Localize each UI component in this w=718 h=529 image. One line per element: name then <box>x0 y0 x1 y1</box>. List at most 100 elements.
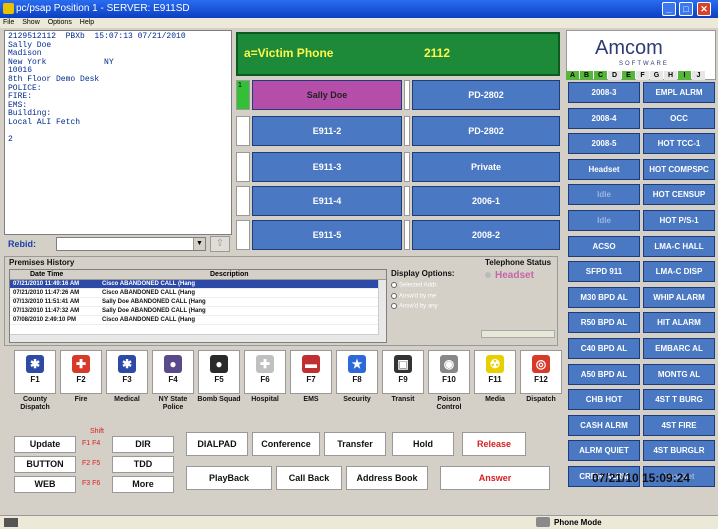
table-row[interactable]: 07/13/2010 11:51:41 AM Sally Doe ABANDONE… <box>10 298 386 307</box>
speed-dial-button[interactable]: 2008-5 <box>568 133 640 154</box>
trunk-button[interactable]: 2008-2 <box>412 220 560 250</box>
speed-dial-button[interactable]: EMBARC AL <box>643 338 715 359</box>
alpha-tab[interactable]: A <box>566 71 579 80</box>
emergency-button-f4[interactable]: ● F4 <box>152 350 194 394</box>
speed-dial-button[interactable]: EMPL ALRM <box>643 82 715 103</box>
menu-file[interactable]: File <box>3 19 14 26</box>
speed-dial-button[interactable]: HOT P/S-1 <box>643 210 715 231</box>
speed-dial-button[interactable]: OCC <box>643 108 715 129</box>
speed-dial-button[interactable]: HOT COMPSPC <box>643 159 715 180</box>
transfer-button[interactable]: Transfer <box>324 432 386 456</box>
table-row[interactable]: 07/21/2010 11:47:26 AM Cisco ABANDONED CA… <box>10 289 386 298</box>
line-button[interactable]: E911-5 <box>252 220 402 250</box>
speed-dial-button[interactable]: Headset <box>568 159 640 180</box>
line-button[interactable]: Sally Doe <box>252 80 402 110</box>
speed-dial-button[interactable]: MONTG AL <box>643 364 715 385</box>
speed-dial-button[interactable]: C40 BPD AL <box>568 338 640 359</box>
speed-dial-button[interactable]: CASH ALRM <box>568 415 640 436</box>
minimize-button[interactable]: _ <box>662 2 676 16</box>
speed-dial-button[interactable]: HOT TCC-1 <box>643 133 715 154</box>
line-button[interactable]: E911-3 <box>252 152 402 182</box>
emergency-button-f2[interactable]: ✚ F2 <box>60 350 102 394</box>
rebid-up-button[interactable]: ⇧ <box>210 236 230 252</box>
col-description[interactable]: Description <box>210 271 249 278</box>
line-button[interactable]: E911-2 <box>252 116 402 146</box>
trunk-button[interactable]: PD-2802 <box>412 116 560 146</box>
radio-icon[interactable] <box>391 303 397 310</box>
emergency-button-f11[interactable]: ☢ F11 <box>474 350 516 394</box>
menu-options[interactable]: Options <box>48 19 72 26</box>
alpha-tab[interactable]: F <box>636 71 649 80</box>
alpha-tab[interactable]: J <box>692 71 705 80</box>
speed-dial-button[interactable]: ALRM QUIET <box>568 440 640 461</box>
alpha-tab[interactable]: I <box>678 71 691 80</box>
update-button[interactable]: Update <box>14 436 76 453</box>
option-selected-addr[interactable]: Selected Addr. <box>391 282 475 289</box>
vertical-scrollbar[interactable] <box>378 280 386 342</box>
speed-dial-button[interactable]: R50 BPD AL <box>568 312 640 333</box>
close-button[interactable]: ✕ <box>697 2 711 16</box>
trunk-button[interactable]: Private <box>412 152 560 182</box>
emergency-button-f5[interactable]: ● F5 <box>198 350 240 394</box>
menu-show[interactable]: Show <box>22 19 40 26</box>
speed-dial-button[interactable]: A50 BPD AL <box>568 364 640 385</box>
speed-dial-button[interactable]: Idle <box>568 210 640 231</box>
tdd-button[interactable]: TDD <box>112 456 174 473</box>
table-row[interactable]: 07/13/2010 11:47:32 AM Sally Doe ABANDONE… <box>10 307 386 316</box>
hold-button[interactable]: Hold <box>392 432 454 456</box>
trunk-button[interactable]: 2006-1 <box>412 186 560 216</box>
speed-dial-button[interactable]: Idle <box>568 184 640 205</box>
emergency-button-f6[interactable]: ✚ F6 <box>244 350 286 394</box>
radio-icon[interactable] <box>391 282 397 288</box>
alpha-tab[interactable]: B <box>580 71 593 80</box>
speed-dial-button[interactable]: M30 BPD AL <box>568 287 640 308</box>
web-button[interactable]: WEB <box>14 476 76 493</box>
speed-dial-button[interactable]: LMA-C DISP <box>643 261 715 282</box>
alpha-tab[interactable]: C <box>594 71 607 80</box>
table-row[interactable]: 07/08/2010 2:49:10 PM Cisco ABANDONED CAL… <box>10 316 386 325</box>
more-button[interactable]: More <box>112 476 174 493</box>
alpha-tab[interactable]: D <box>608 71 621 80</box>
emergency-button-f9[interactable]: ▣ F9 <box>382 350 424 394</box>
option-answd-by-any[interactable]: Answ'd by any <box>391 303 475 310</box>
option-answd-by-me[interactable]: Answ'd by me <box>391 292 475 299</box>
speed-dial-button[interactable]: ACSO <box>568 236 640 257</box>
speed-dial-button[interactable]: HIT ALARM <box>643 312 715 333</box>
alpha-tab[interactable]: E <box>622 71 635 80</box>
speed-dial-button[interactable]: 4ST BURGLR <box>643 440 715 461</box>
emergency-button-f8[interactable]: ★ F8 <box>336 350 378 394</box>
maximize-button[interactable]: □ <box>679 2 693 16</box>
emergency-button-f1[interactable]: ✱ F1 <box>14 350 56 394</box>
col-date-time[interactable]: Date Time <box>30 271 63 278</box>
menu-help[interactable]: Help <box>80 19 94 26</box>
speed-dial-button[interactable]: CHB HOT <box>568 389 640 410</box>
emergency-button-f12[interactable]: ◎ F12 <box>520 350 562 394</box>
speed-dial-button[interactable]: 2008-4 <box>568 108 640 129</box>
line-button[interactable]: E911-4 <box>252 186 402 216</box>
answer-button[interactable]: Answer <box>440 466 550 490</box>
radio-icon[interactable] <box>391 292 397 299</box>
speed-dial-button[interactable]: 4ST T BURG <box>643 389 715 410</box>
chevron-down-icon[interactable]: ▼ <box>193 238 205 250</box>
speed-dial-button[interactable]: 4ST FIRE <box>643 415 715 436</box>
emergency-button-f7[interactable]: ▬ F7 <box>290 350 332 394</box>
trunk-button[interactable]: PD-2802 <box>412 80 560 110</box>
emergency-button-f3[interactable]: ✱ F3 <box>106 350 148 394</box>
button-button[interactable]: BUTTON <box>14 456 76 473</box>
speed-dial-button[interactable]: HOT CENSUP <box>643 184 715 205</box>
speed-dial-button[interactable]: SFPD 911 <box>568 261 640 282</box>
speed-dial-button[interactable]: 2008-3 <box>568 82 640 103</box>
address-book-button[interactable]: Address Book <box>346 466 428 490</box>
horizontal-scrollbar[interactable] <box>10 334 379 342</box>
rebid-select[interactable]: ▼ <box>56 237 206 251</box>
playback-button[interactable]: PlayBack <box>186 466 272 490</box>
callback-button[interactable]: Call Back <box>276 466 342 490</box>
alpha-tab[interactable]: G <box>650 71 663 80</box>
emergency-button-f10[interactable]: ◉ F10 <box>428 350 470 394</box>
conference-button[interactable]: Conference <box>252 432 320 456</box>
speed-dial-button[interactable]: WHIP ALARM <box>643 287 715 308</box>
dir-button[interactable]: DIR <box>112 436 174 453</box>
table-row[interactable]: 07/21/2010 11:49:16 AM Cisco ABANDONED CA… <box>10 280 386 289</box>
speed-dial-button[interactable]: LMA-C HALL <box>643 236 715 257</box>
alpha-tab[interactable]: H <box>664 71 677 80</box>
